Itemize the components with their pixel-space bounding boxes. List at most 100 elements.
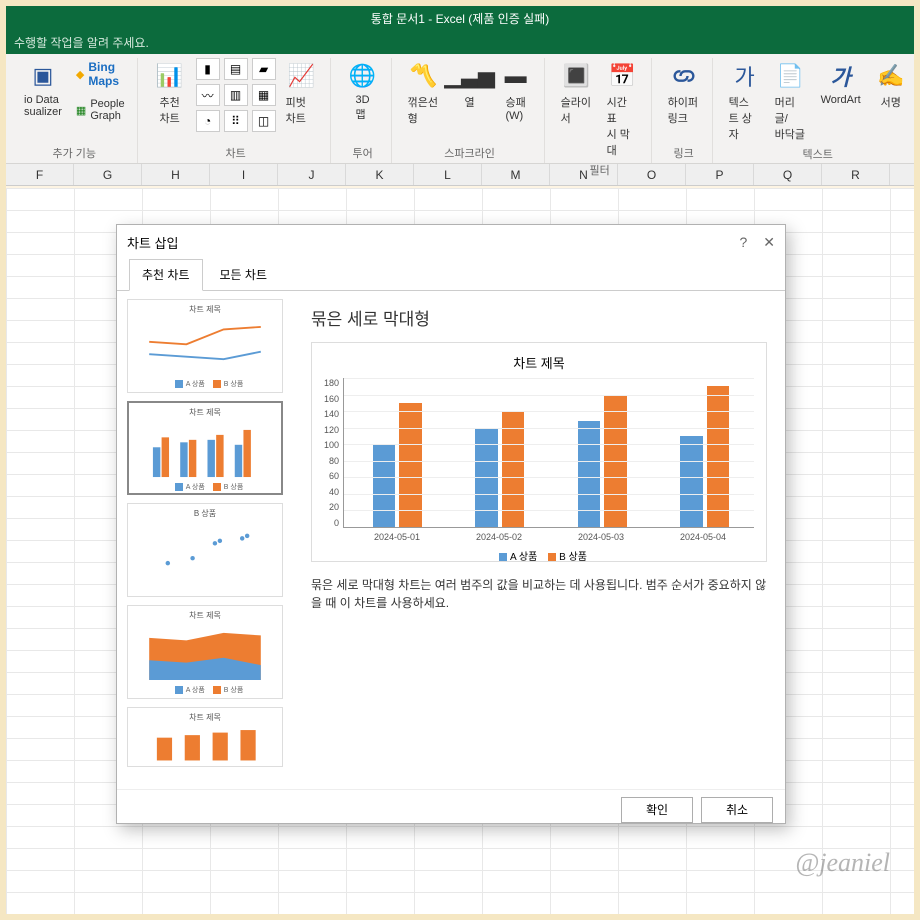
column-header[interactable]: R bbox=[822, 164, 890, 185]
thumb-title: 차트 제목 bbox=[132, 304, 278, 315]
thumb-column[interactable]: 차트 제목 bbox=[127, 707, 283, 767]
chart-thumbnail-list[interactable]: 차트 제목 A 상품B 상품 차트 제목 A 상품B 상품 B 상품 bbox=[117, 291, 293, 789]
pivot-chart-button[interactable]: 📈 피벗 차트 bbox=[282, 58, 322, 128]
chart-description: 묶은 세로 막대형 차트는 여러 범주의 값을 비교하는 데 사용됩니다. 범주… bbox=[311, 576, 767, 612]
sig-icon: ✍ bbox=[875, 60, 907, 92]
legend-b-label: B 상품 bbox=[559, 552, 587, 563]
tours-group-label: 투어 bbox=[343, 143, 383, 163]
spark-wl-icon: ▬ bbox=[500, 60, 532, 92]
legend-a-label: A 상품 bbox=[510, 552, 537, 563]
header-footer-button[interactable]: 📄머리글/ 바닥글 bbox=[771, 58, 811, 144]
sparkline-line-button[interactable]: 〽️꺾은선형 bbox=[404, 58, 444, 128]
dialog-close-button[interactable]: ✕ bbox=[763, 234, 775, 251]
bar-chart-icon[interactable]: ▤ bbox=[224, 58, 248, 80]
recommended-charts-button[interactable]: 📊 추천 차트 bbox=[150, 58, 190, 128]
visio-icon: ▣ bbox=[27, 60, 59, 92]
column-header[interactable]: M bbox=[482, 164, 550, 185]
sparkline-winloss-button[interactable]: ▬승패 (W) bbox=[496, 58, 536, 124]
bar bbox=[680, 436, 703, 527]
column-chart-icon[interactable]: ▮ bbox=[196, 58, 220, 80]
textbox-icon: 가 bbox=[729, 60, 761, 92]
area-chart-icon[interactable]: ▰ bbox=[252, 58, 276, 80]
column-header[interactable]: N bbox=[550, 164, 618, 185]
people-graph-label: People Graph bbox=[90, 98, 124, 122]
wordart-icon: 가 bbox=[825, 60, 857, 92]
sparkline-column-button[interactable]: ▁▃▅열 bbox=[450, 58, 490, 112]
chart-types-gallery[interactable]: ▮ ▤ ▰ 〰 ▥ ▦ ◔ ⠿ ◫ bbox=[196, 58, 276, 132]
bing-maps-button[interactable]: ◆ Bing Maps bbox=[72, 58, 129, 90]
tab-all-charts[interactable]: 모든 차트 bbox=[207, 259, 281, 290]
rec-chart-label: 추천 차트 bbox=[159, 94, 179, 126]
sparklines-group-label: 스파크라인 bbox=[404, 143, 536, 163]
3d-map-label: 3D 맵 bbox=[356, 94, 370, 122]
dialog-help-button[interactable]: ? bbox=[739, 234, 747, 251]
y-axis: 180160140120100806040200 bbox=[324, 378, 343, 528]
hyperlink-label: 하이퍼링크 bbox=[668, 94, 700, 126]
tab-recommended[interactable]: 추천 차트 bbox=[129, 259, 203, 291]
legend-swatch-a bbox=[499, 553, 507, 561]
3d-map-button[interactable]: 🌐 3D 맵 bbox=[343, 58, 383, 124]
people-graph-button[interactable]: ▦ People Graph bbox=[72, 96, 129, 124]
hist-chart-icon[interactable]: ▥ bbox=[224, 84, 248, 106]
dialog-title: 차트 삽입 bbox=[127, 233, 178, 252]
column-header[interactable]: H bbox=[142, 164, 210, 185]
visio-addin[interactable]: ▣ io Data sualizer bbox=[20, 58, 66, 120]
textbox-button[interactable]: 가텍스 트 상자 bbox=[725, 58, 765, 144]
bar bbox=[399, 403, 422, 527]
bar bbox=[373, 444, 396, 527]
x-axis: 2024-05-012024-05-022024-05-032024-05-04 bbox=[324, 532, 754, 542]
slicer-button[interactable]: 🔳슬라이서 bbox=[557, 58, 597, 128]
thumb-title: 차트 제목 bbox=[133, 407, 277, 418]
preview-chart-title: 차트 제목 bbox=[324, 353, 754, 372]
column-header[interactable]: I bbox=[210, 164, 278, 185]
spark-line-icon: 〽️ bbox=[408, 60, 440, 92]
thumb-title: B 상품 bbox=[132, 508, 278, 519]
thumb-clustered-column[interactable]: 차트 제목 A 상품B 상품 bbox=[127, 401, 283, 495]
visio-label: io Data sualizer bbox=[24, 94, 62, 118]
charts-group-label: 차트 bbox=[150, 143, 322, 163]
tree-chart-icon[interactable]: ▦ bbox=[252, 84, 276, 106]
column-header[interactable]: O bbox=[618, 164, 686, 185]
textbox-label: 텍스 트 상자 bbox=[729, 94, 761, 142]
wordart-label: WordArt bbox=[821, 94, 861, 106]
hyperlink-icon bbox=[668, 60, 700, 92]
column-header[interactable]: K bbox=[346, 164, 414, 185]
hyperlink-button[interactable]: 하이퍼링크 bbox=[664, 58, 704, 128]
combo-chart-icon[interactable]: ◫ bbox=[252, 110, 276, 132]
watermark: @jeaniel bbox=[795, 848, 890, 878]
column-header[interactable]: G bbox=[74, 164, 142, 185]
timeline-button[interactable]: 📅시간 표 시 막대 bbox=[603, 58, 643, 160]
chart-type-heading: 묶은 세로 막대형 bbox=[311, 305, 767, 330]
timeline-icon: 📅 bbox=[607, 60, 639, 92]
slicer-label: 슬라이서 bbox=[561, 94, 593, 126]
pie-chart-icon[interactable]: ◔ bbox=[196, 110, 220, 132]
thumb-line[interactable]: 차트 제목 A 상품B 상품 bbox=[127, 299, 283, 393]
pivot-chart-label: 피벗 차트 bbox=[286, 94, 318, 126]
thumb-area[interactable]: 차트 제목 A 상품B 상품 bbox=[127, 605, 283, 699]
thumb-title: 차트 제목 bbox=[132, 712, 278, 723]
spark-col-icon: ▁▃▅ bbox=[454, 60, 486, 92]
scatter-chart-icon[interactable]: ⠿ bbox=[224, 110, 248, 132]
ok-button[interactable]: 확인 bbox=[621, 797, 693, 823]
column-header[interactable]: Q bbox=[754, 164, 822, 185]
column-header[interactable]: P bbox=[686, 164, 754, 185]
sig-label: 서명 bbox=[881, 94, 901, 110]
timeline-label: 시간 표 시 막대 bbox=[607, 94, 639, 158]
legend-swatch-b bbox=[548, 553, 556, 561]
globe-icon: 🌐 bbox=[347, 60, 379, 92]
links-group-label: 링크 bbox=[664, 143, 704, 163]
line-chart-icon[interactable]: 〰 bbox=[196, 84, 220, 106]
column-headers[interactable]: FGHIJKLMNOPQR bbox=[6, 164, 914, 186]
slicer-icon: 🔳 bbox=[561, 60, 593, 92]
cancel-button[interactable]: 취소 bbox=[701, 797, 773, 823]
wordart-button[interactable]: 가 WordArt bbox=[817, 58, 865, 108]
thumb-scatter[interactable]: B 상품 bbox=[127, 503, 283, 597]
addins-group-label: 추가 기능 bbox=[20, 143, 129, 163]
tell-me-bar[interactable]: 수행할 작업을 알려 주세요. bbox=[6, 32, 914, 54]
spark-line-label: 꺾은선형 bbox=[408, 94, 440, 126]
column-header[interactable]: L bbox=[414, 164, 482, 185]
sigline-button[interactable]: ✍ 서명 bbox=[871, 58, 911, 112]
text-group-label: 텍스트 bbox=[725, 144, 911, 164]
column-header[interactable]: J bbox=[278, 164, 346, 185]
column-header[interactable]: F bbox=[6, 164, 74, 185]
